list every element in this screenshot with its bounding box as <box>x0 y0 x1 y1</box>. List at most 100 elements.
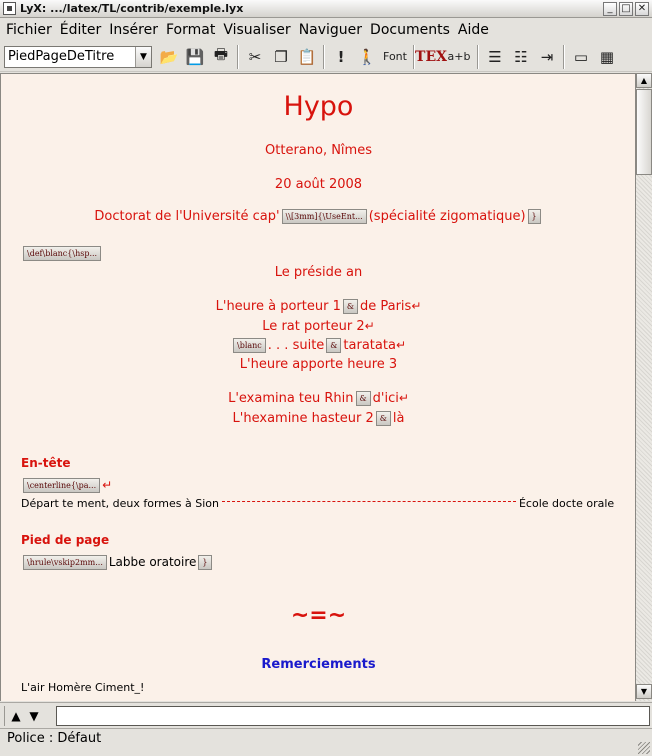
verse-text: L'heure à porteur 1 <box>215 299 341 314</box>
verse-text: L'examina teu Rhin <box>228 391 354 406</box>
command-buffer: ▲ ▼ <box>0 702 652 728</box>
doc-doctorat-line: Doctorat de l'Université cap' \\[3mm]{\Us… <box>1 209 635 224</box>
newline-icon: ↵ <box>411 299 422 313</box>
preside-line: Le préside an <box>274 265 363 280</box>
toolbar-separator <box>323 44 325 69</box>
indent-icon[interactable]: ⇥ <box>535 45 559 69</box>
pied-label: Pied de page <box>21 533 110 547</box>
scroll-down-icon[interactable]: ▼ <box>636 684 652 699</box>
doctorat-text: Doctorat de l'Université cap' <box>94 209 280 224</box>
menu-bar: Fichier Éditer Insérer Format Visualiser… <box>0 19 652 41</box>
verse-line: L'heure apporte heure 3 <box>239 357 398 372</box>
menu-editer[interactable]: Éditer <box>56 22 105 38</box>
history-down-icon[interactable]: ▼ <box>25 709 43 723</box>
tex-inset[interactable]: } <box>198 555 212 570</box>
minimize-button[interactable]: _ <box>603 2 617 16</box>
menu-format[interactable]: Format <box>162 22 219 38</box>
verse-line: L'examina teu Rhin & d'ici↵ <box>1 391 635 406</box>
verse-line: Le rat porteur 2↵ <box>1 319 635 334</box>
doc-date: 20 août 2008 <box>274 177 363 192</box>
verse-text: Le rat porteur 2 <box>262 319 365 334</box>
verse-line: L'hexamine hasteur 2 & là <box>1 411 635 426</box>
newline-icon: ↵ <box>364 319 375 333</box>
verse-text: taratata <box>343 338 396 353</box>
layout-select[interactable]: PiedPageDeTitre ▼ <box>4 45 152 68</box>
blanc-inset[interactable]: \blanc <box>233 338 266 353</box>
print-icon[interactable]: 🖶 <box>209 45 233 69</box>
tex-inset[interactable]: \\[3mm]{\UseEnt... <box>281 209 367 224</box>
header-left-text: Départ te ment, deux formes à Sion <box>21 497 219 510</box>
menu-fichier[interactable]: Fichier <box>2 22 56 38</box>
layout-select-value: PiedPageDeTitre <box>8 49 115 64</box>
header-right-text: École docte orale <box>518 497 615 510</box>
doc-title: Hypo <box>283 91 354 122</box>
verse-line: \blanc. . . suite & taratata↵ <box>1 338 635 353</box>
ampersand-inset[interactable]: & <box>375 411 391 426</box>
cut-icon[interactable]: ✂ <box>243 45 267 69</box>
def-blanc-inset[interactable]: \def\blanc{\hsp... <box>23 246 102 261</box>
vertical-scrollbar[interactable]: ▲ ▼ <box>635 73 652 701</box>
open-folder-icon[interactable]: 📂 <box>157 45 181 69</box>
verse-text: . . . suite <box>267 338 325 353</box>
newline-icon: ↵ <box>395 338 406 352</box>
verse-text: L'hexamine hasteur 2 <box>232 411 374 426</box>
noun-icon[interactable]: 🚶 <box>355 45 379 69</box>
command-input[interactable] <box>56 706 650 726</box>
toolbar-separator <box>477 44 479 69</box>
last-line: L'air Homère Ciment_! <box>21 681 145 694</box>
emphasis-icon[interactable]: ! <box>329 45 353 69</box>
menu-naviguer[interactable]: Naviguer <box>295 22 366 38</box>
hfill-marker <box>221 500 516 502</box>
entete-label: En-tête <box>21 456 71 470</box>
verse-text: d'ici <box>372 391 399 406</box>
centerline-line: \centerline{\pa... ↵ <box>1 478 635 493</box>
pied-line: \hrule\vskip2mm... Labbe oratoire} <box>1 555 635 570</box>
doc-author: Otterano, Nîmes <box>265 143 372 158</box>
remerciements-heading: Remerciements <box>261 657 376 672</box>
window-title: LyX: .../latex/TL/contrib/exemple.lyx <box>20 2 244 15</box>
close-button[interactable]: ✕ <box>635 2 649 16</box>
verse-line: L'heure à porteur 1 & de Paris↵ <box>1 299 635 314</box>
verse-text: là <box>392 411 405 426</box>
maximize-button[interactable]: □ <box>619 2 633 16</box>
depth-increase-icon[interactable]: ☷ <box>509 45 533 69</box>
lyx-app-icon[interactable] <box>3 2 16 15</box>
menu-aide[interactable]: Aide <box>454 22 493 38</box>
def-inset-line: \def\blanc{\hsp... <box>1 246 635 261</box>
newline-icon: ↵ <box>398 391 409 405</box>
menu-visualiser[interactable]: Visualiser <box>219 22 294 38</box>
ampersand-inset[interactable]: & <box>355 391 371 406</box>
scroll-thumb[interactable] <box>636 89 652 175</box>
insert-float-icon[interactable]: ▭ <box>569 45 593 69</box>
paste-icon[interactable]: 📋 <box>295 45 319 69</box>
ampersand-inset[interactable]: & <box>326 338 342 353</box>
tex-inset[interactable]: } <box>527 209 541 224</box>
menu-inserer[interactable]: Insérer <box>105 22 162 38</box>
ampersand-inset[interactable]: & <box>342 299 358 314</box>
hrule-inset[interactable]: \hrule\vskip2mm... <box>23 555 107 570</box>
verse-text: de Paris <box>359 299 412 314</box>
menu-documents[interactable]: Documents <box>366 22 454 38</box>
title-bar: LyX: .../latex/TL/contrib/exemple.lyx _ … <box>0 0 652 18</box>
document-workarea[interactable]: Hypo Otterano, Nîmes 20 août 2008 Doctor… <box>0 73 635 701</box>
depth-decrease-icon[interactable]: ☰ <box>483 45 507 69</box>
resize-grip[interactable] <box>638 742 650 754</box>
math-mode-button[interactable]: a+b <box>445 45 473 69</box>
tex-mode-button[interactable]: TEX <box>415 45 447 69</box>
toolbar-separator <box>237 44 239 69</box>
section-separator: ~=~ <box>290 603 347 628</box>
copy-icon[interactable]: ❐ <box>269 45 293 69</box>
chevron-down-icon[interactable]: ▼ <box>135 46 151 67</box>
centerline-inset[interactable]: \centerline{\pa... <box>23 478 101 493</box>
insert-table-icon[interactable]: ▦ <box>595 45 619 69</box>
scroll-up-icon[interactable]: ▲ <box>636 73 652 88</box>
save-icon[interactable]: 💾 <box>183 45 207 69</box>
history-up-icon[interactable]: ▲ <box>7 709 25 723</box>
toolbar-separator <box>563 44 565 69</box>
pied-text: Labbe oratoire <box>108 555 197 569</box>
status-text: Police : Défaut <box>7 731 102 746</box>
font-button[interactable]: Font <box>381 45 409 69</box>
main-toolbar: PiedPageDeTitre ▼ 📂 💾 🖶 ✂ ❐ 📋 ! 🚶 Font T… <box>0 42 652 72</box>
newline-icon: ↵ <box>102 478 113 492</box>
status-bar: Police : Défaut <box>0 728 652 756</box>
